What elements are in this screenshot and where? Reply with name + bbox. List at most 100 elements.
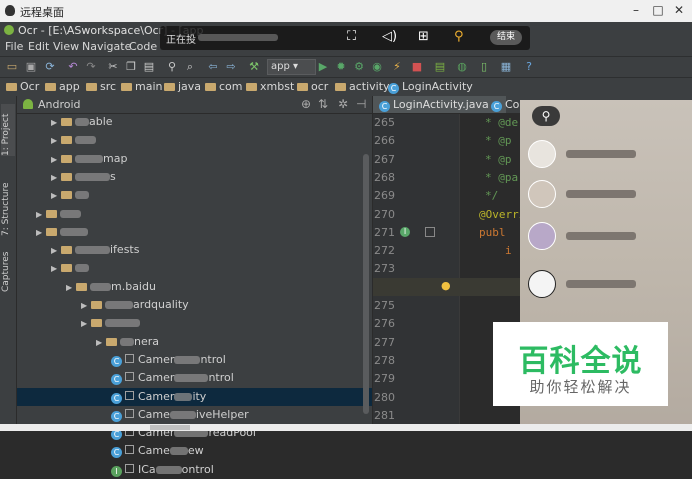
collapse-icon[interactable]: ⇅ <box>318 97 328 111</box>
tree-row[interactable]: ▶ <box>17 131 372 149</box>
search-icon[interactable]: ⚲ <box>532 106 560 126</box>
profile-icon[interactable]: ◉ <box>370 60 384 74</box>
build-icon[interactable]: ⚒ <box>247 60 261 74</box>
tree-row[interactable]: ▶ <box>17 205 372 223</box>
tree-row[interactable]: ▶ ardquality <box>17 296 372 314</box>
scrollbar-thumb[interactable] <box>150 425 190 430</box>
tree-row[interactable]: C Came iveHelper <box>17 406 372 424</box>
menu-view[interactable]: View <box>53 40 79 53</box>
undo-icon[interactable]: ↶ <box>66 60 80 74</box>
tree-row[interactable]: ▶ s <box>17 168 372 186</box>
close-button[interactable]: ✕ <box>673 4 685 16</box>
chevron-right-icon[interactable]: ▶ <box>51 151 61 169</box>
menu-code[interactable]: Code <box>129 40 157 53</box>
fold-marker-icon[interactable] <box>425 227 435 237</box>
sdk-manager-icon[interactable]: ▤ <box>433 60 447 74</box>
chevron-right-icon[interactable]: ▶ <box>81 297 91 315</box>
tree-row[interactable]: ▶ <box>17 259 372 277</box>
tab-structure[interactable]: 7: Structure <box>1 174 15 237</box>
chevron-right-icon[interactable]: ▶ <box>66 279 76 297</box>
chevron-right-icon[interactable]: ▶ <box>51 187 61 205</box>
tree-row[interactable]: C Came ew <box>17 442 372 460</box>
run-config-select[interactable]: app ▾ <box>267 59 316 75</box>
tree-row[interactable]: C Camer ntrol <box>17 369 372 387</box>
horizontal-scrollbar[interactable] <box>0 424 692 431</box>
tab-captures[interactable]: Captures <box>1 242 15 292</box>
breadcrumb-loginactivity[interactable]: C LoginActivity <box>388 80 473 94</box>
breadcrumb-src[interactable]: src <box>86 80 116 93</box>
stop-icon[interactable]: ■ <box>410 60 424 74</box>
chevron-right-icon[interactable]: ▶ <box>81 315 91 333</box>
tab-project[interactable]: 1: Project <box>1 104 15 156</box>
hide-panel-icon[interactable]: ⊣ <box>356 97 366 111</box>
tree-row[interactable]: ▶ nera <box>17 333 372 351</box>
help-icon[interactable]: ? <box>522 60 536 74</box>
tree-row[interactable]: ▶ ifests <box>17 241 372 259</box>
project-structure-icon[interactable]: ▦ <box>499 60 513 74</box>
gradle-sync-icon[interactable]: ◍ <box>455 60 469 74</box>
cut-icon[interactable]: ✂ <box>106 60 120 74</box>
chevron-right-icon[interactable]: ▶ <box>51 132 61 150</box>
breadcrumb-main[interactable]: main <box>121 80 162 93</box>
pin-icon[interactable]: ⚲ <box>454 29 464 44</box>
tree-row[interactable]: ▶ <box>17 314 372 332</box>
end-session-button[interactable]: 结束 <box>490 30 522 45</box>
avd-manager-icon[interactable]: ▯ <box>477 60 491 74</box>
breadcrumb-ocr-package[interactable]: ocr <box>297 80 328 93</box>
tree-row[interactable]: I ICa ontrol <box>17 461 372 479</box>
window-icon[interactable]: ⊞ <box>418 29 429 44</box>
minimize-button[interactable]: – <box>630 4 642 16</box>
breadcrumb-label: src <box>100 80 117 93</box>
breadcrumb-label: java <box>178 80 202 93</box>
find-icon[interactable]: ⚲ <box>165 60 179 74</box>
chevron-right-icon[interactable]: ▶ <box>96 334 106 352</box>
breadcrumb-com[interactable]: com <box>205 80 243 93</box>
chevron-right-icon[interactable]: ▶ <box>51 169 61 187</box>
open-icon[interactable]: ▭ <box>5 60 19 74</box>
back-icon[interactable]: ⇦ <box>206 60 220 74</box>
run-icon[interactable]: ▶ <box>316 60 330 74</box>
chevron-right-icon[interactable]: ▶ <box>36 224 46 242</box>
attach-debugger-icon[interactable]: ⚙ <box>352 60 366 74</box>
debug-icon[interactable]: ✹ <box>334 60 348 74</box>
paste-icon[interactable]: ▤ <box>142 60 156 74</box>
folder-icon <box>91 301 102 309</box>
redo-icon[interactable]: ↷ <box>84 60 98 74</box>
fullscreen-icon[interactable]: ⛶ <box>347 29 356 44</box>
chevron-right-icon[interactable]: ▶ <box>51 260 61 278</box>
folder-icon <box>106 337 117 346</box>
breadcrumb-app[interactable]: app <box>45 80 80 93</box>
menu-file[interactable]: File <box>5 40 23 53</box>
breadcrumb-activity[interactable]: activity <box>335 80 390 93</box>
forward-icon[interactable]: ⇨ <box>224 60 238 74</box>
menu-edit[interactable]: Edit <box>28 40 49 53</box>
save-icon[interactable]: ▣ <box>24 60 38 74</box>
tree-row[interactable]: ▶ m.baidu <box>17 278 372 296</box>
copy-icon[interactable]: ❐ <box>124 60 138 74</box>
lightbulb-icon[interactable]: ● <box>441 279 451 292</box>
lock-icon <box>125 445 134 455</box>
volume-icon[interactable]: ◁) <box>382 29 397 44</box>
sync-icon[interactable]: ⟳ <box>43 60 57 74</box>
chevron-right-icon[interactable]: ▶ <box>51 114 61 132</box>
menu-navigate[interactable]: Navigate <box>82 40 131 53</box>
tree-row[interactable]: ▶ <box>17 223 372 241</box>
maximize-button[interactable]: □ <box>652 4 664 16</box>
override-marker-icon[interactable]: I <box>400 227 410 237</box>
sync-scroll-icon[interactable]: ⊕ <box>301 97 311 111</box>
breadcrumb-ocr[interactable]: Ocr <box>6 80 39 93</box>
tree-row[interactable]: C Camer ntrol <box>17 351 372 369</box>
tree-row[interactable]: ▶ <box>17 186 372 204</box>
settings-icon[interactable]: ✲ <box>338 97 348 111</box>
replace-icon[interactable]: ⌕ <box>183 60 197 74</box>
breadcrumb-java[interactable]: java <box>164 80 201 93</box>
breadcrumb-xmbst[interactable]: xmbst <box>246 80 294 93</box>
project-view-select[interactable]: Android <box>38 98 81 111</box>
apply-changes-icon[interactable]: ⚡ <box>390 60 404 74</box>
tree-row[interactable]: ▶ able <box>17 113 372 131</box>
tree-row[interactable]: C Camer ity <box>17 387 372 406</box>
chevron-right-icon[interactable]: ▶ <box>36 206 46 224</box>
tree-scrollbar[interactable] <box>363 154 369 414</box>
chevron-right-icon[interactable]: ▶ <box>51 242 61 260</box>
tree-row[interactable]: ▶ map <box>17 150 372 168</box>
